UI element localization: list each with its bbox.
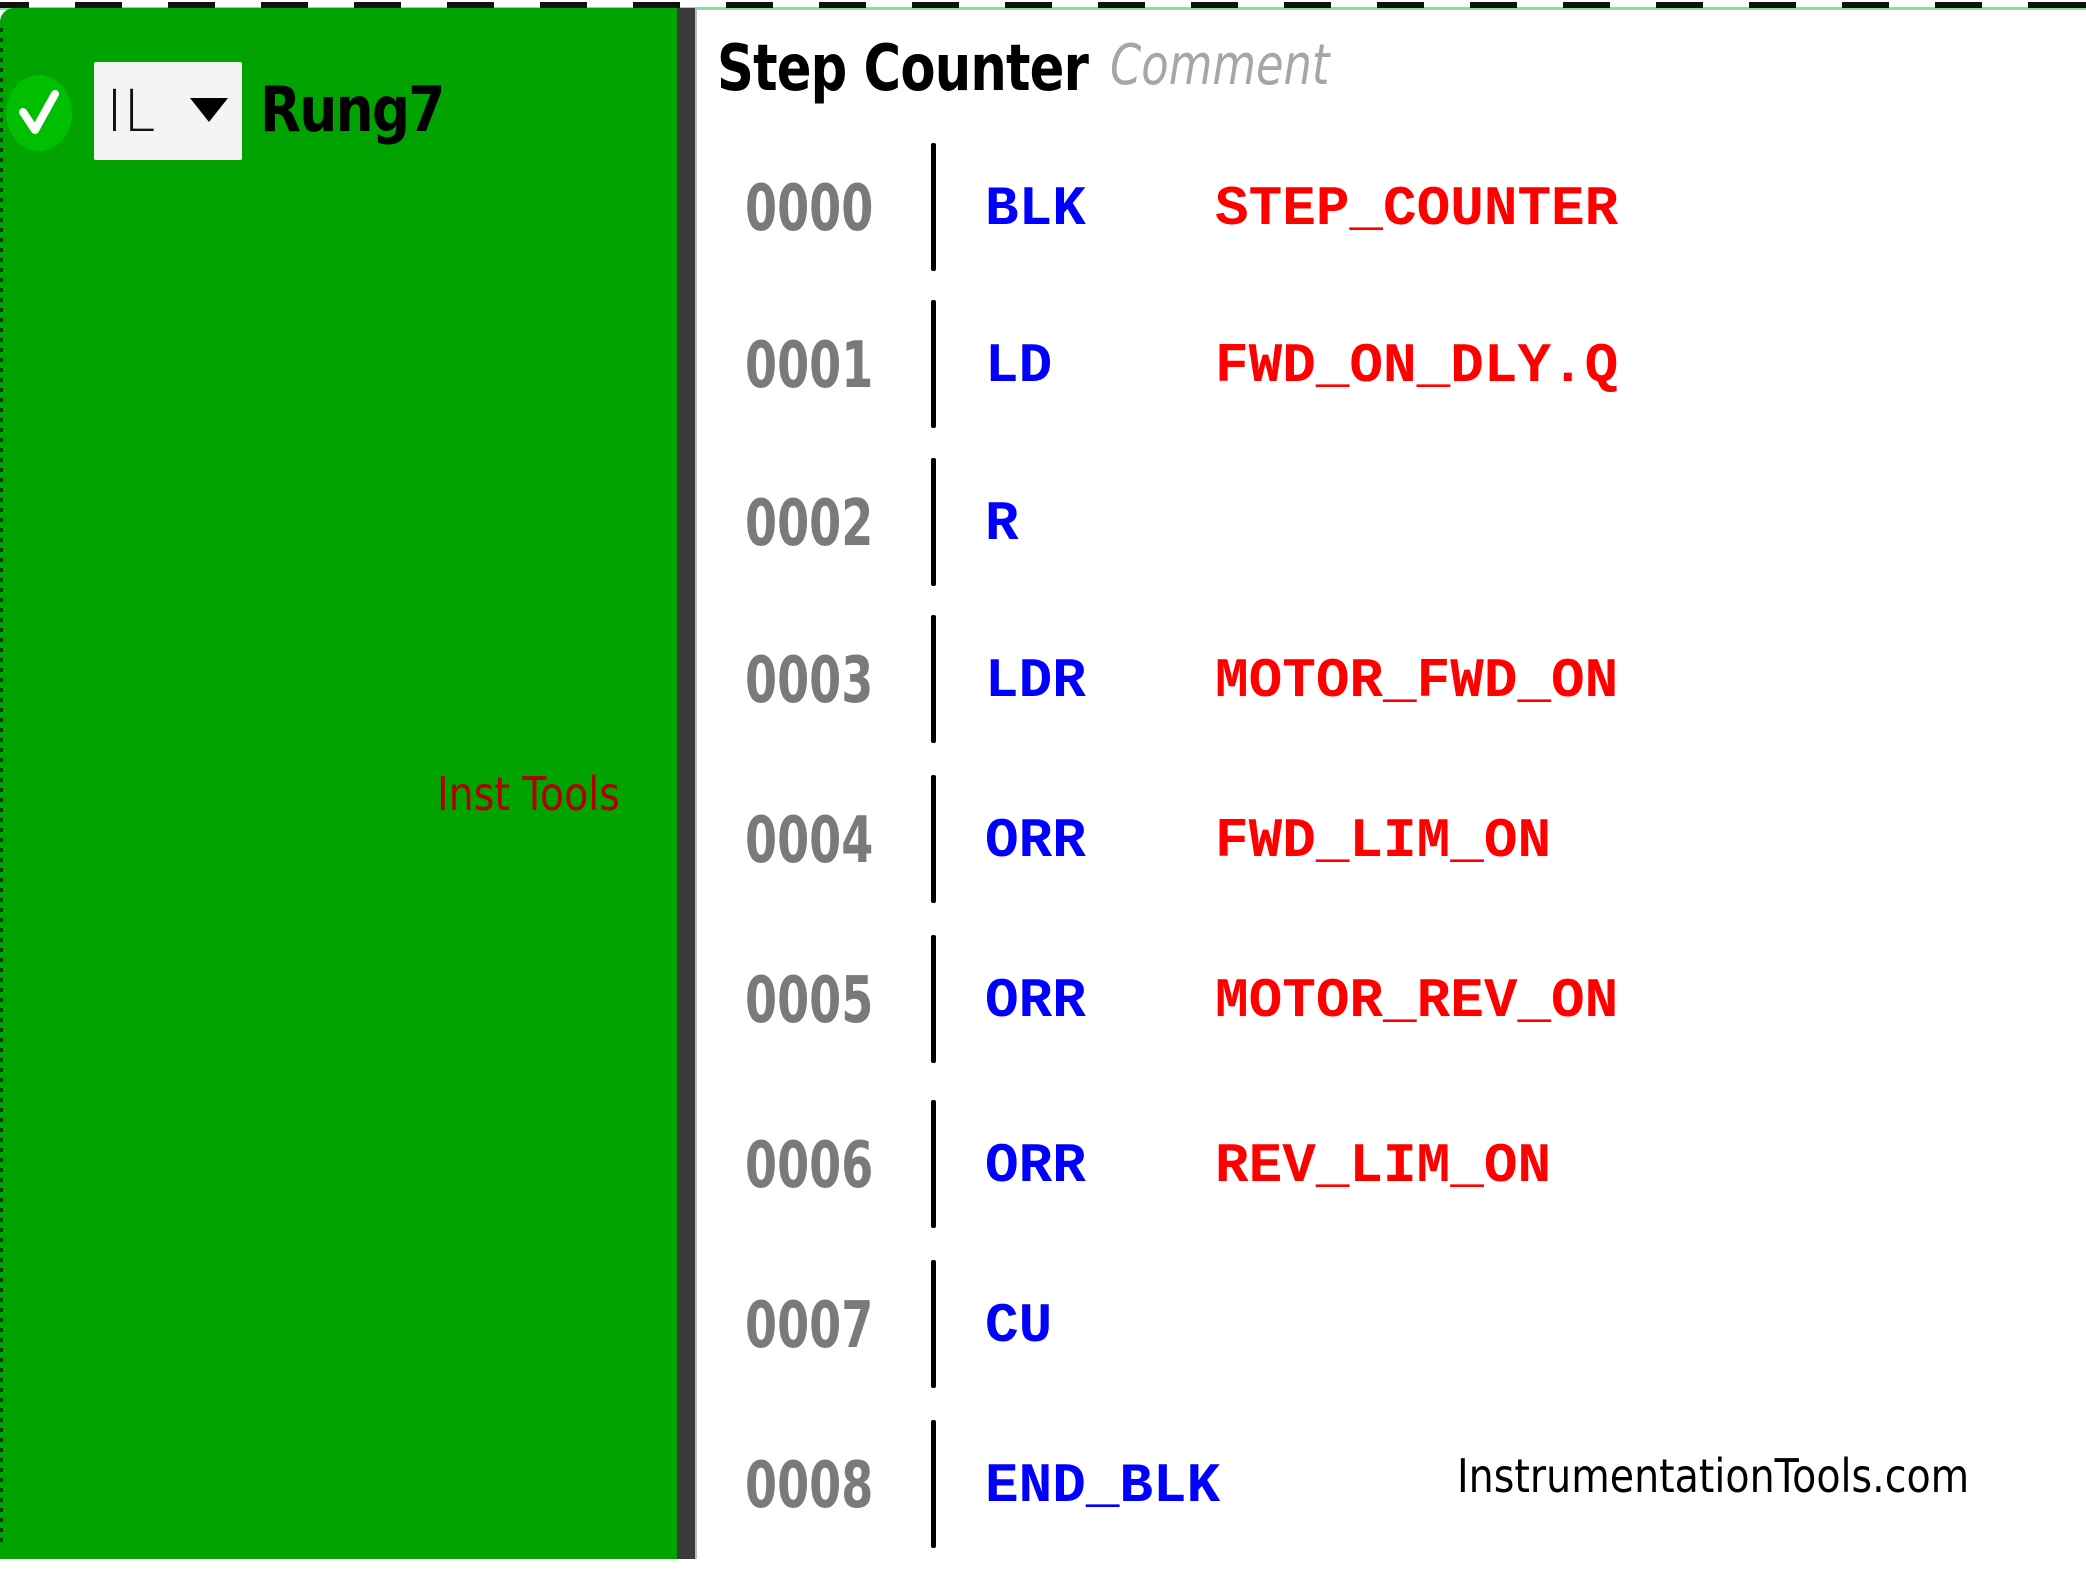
instruction-address: 0001	[745, 329, 874, 403]
instruction-row[interactable]: 0001 LD FWD_ON_DLY.Q	[720, 300, 2020, 428]
watermark-site: InstrumentationTools.com	[1457, 1449, 1970, 1503]
check-circle-icon	[6, 75, 72, 151]
instruction-mnemonic[interactable]: LD	[985, 336, 1052, 396]
instruction-address: 0005	[745, 964, 874, 1038]
language-select-value: IL	[106, 77, 156, 145]
instruction-row[interactable]: 0005 ORR MOTOR_REV_ON	[720, 935, 2020, 1063]
instruction-row[interactable]: 0004 ORR FWD_LIM_ON	[720, 775, 2020, 903]
caret-down-icon[interactable]	[190, 98, 228, 122]
power-rail	[931, 143, 936, 271]
rung-dotted-edge	[0, 28, 3, 1548]
instruction-operand[interactable]: MOTOR_REV_ON	[1215, 971, 1618, 1031]
panel-separator[interactable]	[677, 8, 697, 1559]
instruction-mnemonic[interactable]: CU	[985, 1296, 1052, 1356]
instruction-mnemonic[interactable]: ORR	[985, 1136, 1086, 1196]
power-rail	[931, 935, 936, 1063]
power-rail	[931, 300, 936, 428]
power-rail	[931, 1260, 936, 1388]
instruction-mnemonic[interactable]: END_BLK	[985, 1456, 1220, 1516]
language-select[interactable]: IL	[94, 62, 242, 160]
instruction-address: 0008	[745, 1449, 874, 1523]
instruction-address: 0004	[745, 804, 874, 878]
instruction-row[interactable]: 0003 LDR MOTOR_FWD_ON	[720, 615, 2020, 743]
instruction-operand[interactable]: MOTOR_FWD_ON	[1215, 651, 1618, 711]
power-rail	[931, 1100, 936, 1228]
instruction-address: 0007	[745, 1289, 874, 1363]
rung-name: Rung7	[260, 73, 445, 146]
instruction-address: 0002	[745, 487, 874, 561]
instruction-operand[interactable]: REV_LIM_ON	[1215, 1136, 1551, 1196]
instruction-row[interactable]: 0007 CU	[720, 1260, 2020, 1388]
instruction-operand[interactable]: FWD_ON_DLY.Q	[1215, 336, 1618, 396]
rung-title[interactable]: Step Counter	[717, 34, 1089, 104]
power-rail	[931, 775, 936, 903]
instruction-row[interactable]: 0006 ORR REV_LIM_ON	[720, 1100, 2020, 1228]
instruction-operand[interactable]: FWD_LIM_ON	[1215, 811, 1551, 871]
instruction-address: 0000	[745, 172, 874, 246]
power-rail	[931, 1420, 936, 1548]
instruction-address: 0003	[745, 644, 874, 718]
instruction-mnemonic[interactable]: BLK	[985, 179, 1086, 239]
instruction-row[interactable]: 0000 BLK STEP_COUNTER	[720, 143, 2020, 271]
power-rail	[931, 458, 936, 586]
instruction-mnemonic[interactable]: ORR	[985, 971, 1086, 1031]
instruction-mnemonic[interactable]: LDR	[985, 651, 1086, 711]
instruction-row[interactable]: 0002 R	[720, 458, 2020, 586]
instruction-mnemonic[interactable]: ORR	[985, 811, 1086, 871]
instruction-mnemonic[interactable]: R	[985, 494, 1019, 554]
rung-comment-field[interactable]: Comment	[1110, 34, 1330, 98]
instruction-address: 0006	[745, 1129, 874, 1203]
power-rail	[931, 615, 936, 743]
instruction-operand[interactable]: STEP_COUNTER	[1215, 179, 1618, 239]
watermark-inst-tools: Inst Tools	[437, 767, 620, 821]
